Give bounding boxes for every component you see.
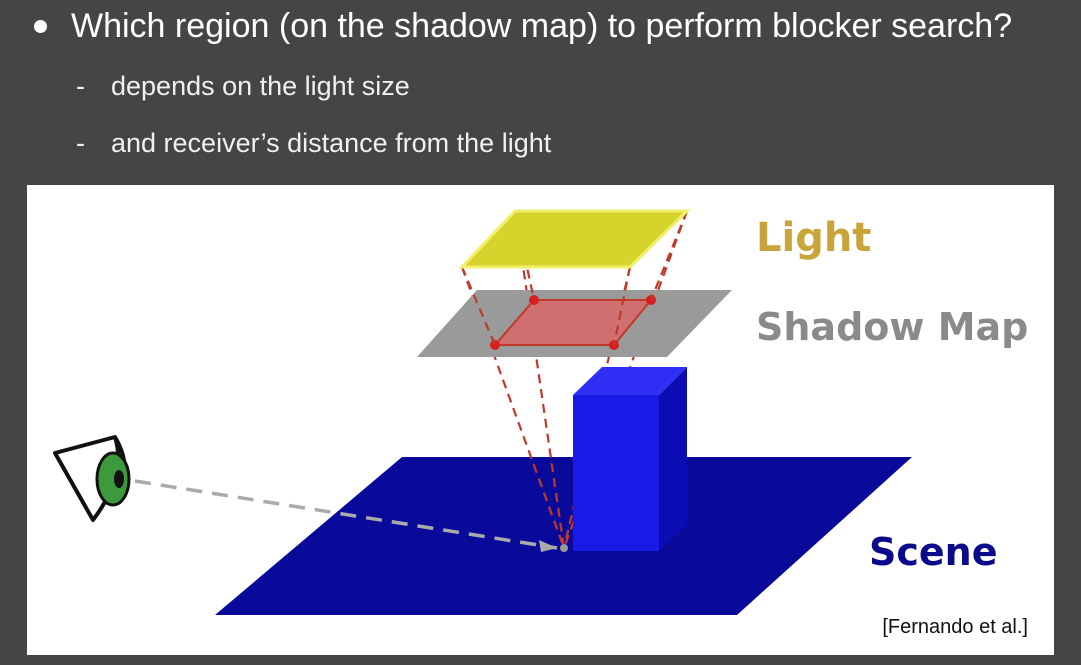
shadow-map-label: Shadow Map bbox=[756, 305, 1028, 349]
pcss-diagram: Light Shadow Map Scene bbox=[53, 209, 1028, 615]
light-label: Light bbox=[756, 215, 871, 261]
scene-label: Scene bbox=[869, 530, 998, 574]
blocker-box-front bbox=[573, 395, 659, 551]
eye-icon bbox=[53, 435, 131, 522]
blocker-box-side bbox=[659, 367, 687, 551]
receiver-point bbox=[560, 544, 568, 552]
sub-bullet-dash: - bbox=[76, 71, 85, 101]
sub-bullet: - depends on the light size bbox=[76, 68, 410, 104]
corner-point bbox=[490, 340, 500, 350]
citation: [Fernando et al.] bbox=[882, 616, 1028, 638]
sub-bullet-dash: - bbox=[76, 128, 85, 158]
sub-bullet: - and receiver’s distance from the light bbox=[76, 125, 551, 161]
main-bullet-text: Which region (on the shadow map) to perf… bbox=[71, 7, 1013, 45]
light-plane bbox=[458, 209, 691, 269]
main-bullet: Which region (on the shadow map) to perf… bbox=[22, 2, 1012, 50]
scene-plane bbox=[215, 457, 912, 615]
diagram-panel: Light Shadow Map Scene [Fernando et al.] bbox=[27, 185, 1054, 655]
sub-bullet-text: depends on the light size bbox=[111, 71, 410, 101]
sub-bullet-text: and receiver’s distance from the light bbox=[111, 128, 552, 158]
bullet-dot-icon bbox=[34, 19, 47, 33]
